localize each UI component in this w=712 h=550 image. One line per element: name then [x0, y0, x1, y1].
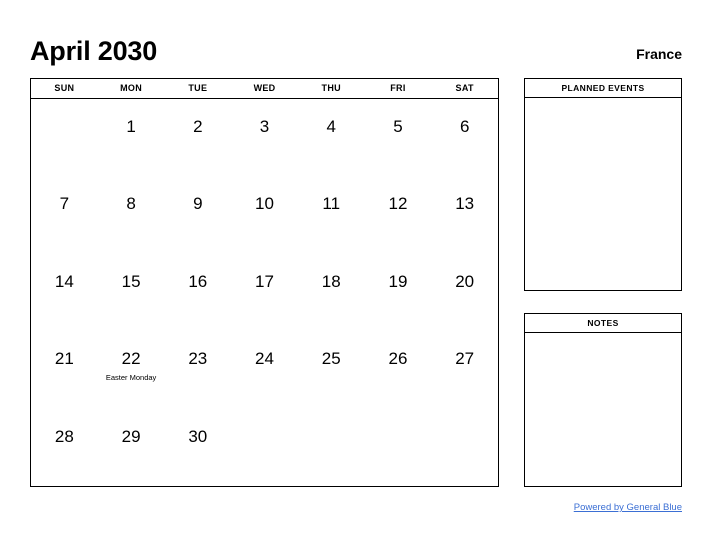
- day-number: 24: [255, 349, 274, 369]
- calendar-week-row: 21 22 Easter Monday 23 24 25 26 27: [31, 331, 498, 408]
- day-number: 2: [193, 117, 203, 136]
- day-number: 28: [54, 426, 74, 446]
- day-number: 26: [388, 349, 408, 369]
- page-header: April 2030 France: [30, 30, 682, 66]
- day-cell[interactable]: 22 Easter Monday: [98, 331, 165, 408]
- weekday-header-tue: TUE: [188, 83, 208, 93]
- calendar-week-row: 28 29 30: [31, 409, 498, 486]
- powered-by-link[interactable]: Powered by General Blue: [574, 502, 682, 513]
- day-cell[interactable]: 4: [298, 99, 365, 176]
- day-cell[interactable]: 12: [365, 176, 432, 253]
- day-cell[interactable]: 9: [164, 176, 231, 253]
- day-number: 7: [59, 194, 70, 214]
- day-cell[interactable]: 18: [298, 254, 365, 331]
- day-cell[interactable]: 14: [31, 254, 98, 331]
- day-number: 29: [121, 426, 141, 446]
- day-number: 25: [321, 349, 341, 369]
- calendar-weeks: 1 2 3 4 5 6 7 8 9 10 11 12 13 14 15 16 1…: [31, 99, 498, 486]
- day-number: 15: [121, 271, 141, 291]
- day-cell[interactable]: 24: [231, 331, 298, 408]
- day-number: 12: [388, 194, 408, 214]
- page-title: April 2030: [30, 36, 158, 66]
- day-number: 6: [459, 117, 470, 136]
- day-cell[interactable]: 25: [298, 331, 365, 408]
- day-cell[interactable]: 27: [431, 331, 498, 408]
- day-cell[interactable]: 16: [164, 254, 231, 331]
- footer: Powered by General Blue: [30, 497, 682, 515]
- day-cell[interactable]: [365, 409, 432, 486]
- weekday-header-mon: MON: [120, 83, 143, 93]
- weekday-header-wed: WED: [253, 83, 276, 93]
- day-cell[interactable]: 11: [298, 176, 365, 253]
- day-number: 27: [455, 349, 475, 369]
- calendar-week-row: 1 2 3 4 5 6: [31, 99, 498, 176]
- day-cell[interactable]: 19: [365, 254, 432, 331]
- day-cell[interactable]: [231, 409, 298, 486]
- day-number: 4: [326, 117, 336, 136]
- day-cell[interactable]: 23: [164, 331, 231, 408]
- day-cell[interactable]: 1: [98, 99, 165, 176]
- day-event-label: Easter Monday: [105, 373, 157, 383]
- day-cell[interactable]: 7: [31, 176, 98, 253]
- day-number: 19: [388, 271, 408, 291]
- weekday-header-fri: FRI: [390, 83, 406, 93]
- notes-body[interactable]: [525, 333, 681, 486]
- weekday-header-sat: SAT: [455, 83, 474, 93]
- day-number: 22: [121, 349, 141, 369]
- day-cell[interactable]: 5: [365, 99, 432, 176]
- planned-events-panel: PLANNED EVENTS: [524, 78, 682, 291]
- day-number: 16: [188, 271, 208, 291]
- day-number: 11: [322, 194, 341, 214]
- day-cell[interactable]: 30: [164, 409, 231, 486]
- weekday-header-row: SUN MON TUE WED THU FRI SAT: [31, 79, 498, 99]
- day-number: 8: [126, 194, 136, 214]
- day-number: 21: [54, 349, 74, 369]
- day-cell[interactable]: 21: [31, 331, 98, 408]
- day-number: 1: [126, 117, 136, 136]
- day-number: 18: [321, 271, 341, 291]
- day-cell[interactable]: [31, 99, 98, 176]
- day-cell[interactable]: 13: [431, 176, 498, 253]
- day-number: 17: [255, 271, 274, 291]
- region-label: France: [636, 46, 682, 62]
- day-number: 3: [259, 117, 270, 136]
- planned-events-body[interactable]: [525, 98, 681, 290]
- day-number: 30: [188, 426, 208, 446]
- day-cell[interactable]: 28: [31, 409, 98, 486]
- planned-events-title: PLANNED EVENTS: [525, 79, 681, 98]
- day-number: 13: [455, 194, 475, 214]
- day-cell[interactable]: 15: [98, 254, 165, 331]
- day-cell[interactable]: 26: [365, 331, 432, 408]
- day-cell[interactable]: 2: [164, 99, 231, 176]
- day-cell[interactable]: 10: [231, 176, 298, 253]
- day-cell[interactable]: 8: [98, 176, 165, 253]
- notes-title: NOTES: [525, 314, 681, 333]
- day-cell[interactable]: 6: [431, 99, 498, 176]
- day-cell[interactable]: [298, 409, 365, 486]
- day-cell[interactable]: 17: [231, 254, 298, 331]
- day-cell[interactable]: [431, 409, 498, 486]
- day-cell[interactable]: 3: [231, 99, 298, 176]
- calendar-week-row: 14 15 16 17 18 19 20: [31, 254, 498, 331]
- weekday-header-thu: THU: [321, 83, 341, 93]
- calendar-grid: SUN MON TUE WED THU FRI SAT 1 2 3 4 5 6 …: [30, 78, 499, 487]
- calendar-week-row: 7 8 9 10 11 12 13: [31, 176, 498, 253]
- day-number: 14: [54, 271, 74, 291]
- day-number: 9: [193, 194, 203, 214]
- day-number: 23: [188, 349, 208, 369]
- weekday-header-sun: SUN: [54, 83, 75, 93]
- day-number: 5: [393, 117, 403, 136]
- day-number: 10: [255, 194, 274, 214]
- day-cell[interactable]: 29: [98, 409, 165, 486]
- day-cell[interactable]: 20: [431, 254, 498, 331]
- notes-panel: NOTES: [524, 313, 682, 487]
- day-number: 20: [455, 271, 475, 291]
